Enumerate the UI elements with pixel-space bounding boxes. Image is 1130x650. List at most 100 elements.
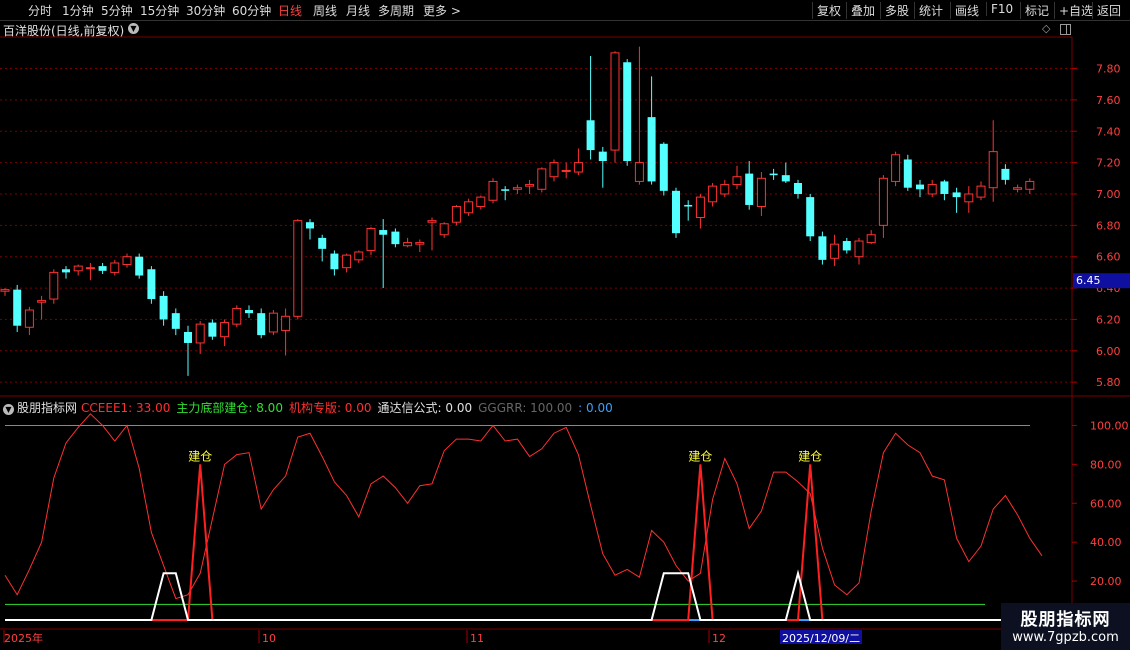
candle-7: [85, 262, 95, 281]
candle-body: [940, 181, 949, 194]
indicator-value-4: GGGRR: 100.00: [478, 401, 573, 415]
candle-18: [220, 319, 230, 347]
candle-body: [842, 241, 851, 251]
candle-body: [927, 184, 937, 195]
candle-body: [379, 230, 388, 235]
candle-43: [525, 179, 535, 194]
candle-39: [476, 195, 486, 210]
candle-body: [464, 201, 474, 214]
candle-body: [293, 220, 303, 317]
candle-13: [159, 291, 168, 326]
candle-body: [745, 173, 754, 205]
candle-68: [830, 234, 840, 267]
candle-body: [634, 162, 644, 182]
candle-body: [830, 243, 840, 259]
chevron-down-icon[interactable]: ▼: [3, 404, 14, 415]
candle-body: [878, 177, 888, 226]
candle-55: [672, 187, 680, 238]
candle-body: [659, 143, 668, 191]
series-line-0: [4, 413, 1043, 600]
price-tick-label: 6.80: [1096, 219, 1121, 232]
candle-4: [49, 269, 59, 304]
candle-body: [891, 154, 901, 182]
candle-32: [391, 228, 400, 248]
candle-72: [878, 175, 888, 238]
candle-30: [366, 226, 376, 256]
candle-65: [794, 179, 802, 199]
price-tick-label: 7.80: [1096, 63, 1121, 76]
candle-62: [756, 172, 766, 216]
candle-body: [598, 151, 607, 162]
candle-77: [940, 179, 949, 201]
candle-body: [220, 322, 230, 338]
candle-body: [866, 234, 876, 244]
candle-5: [62, 266, 70, 279]
candle-body: [195, 323, 205, 344]
candle-body: [672, 190, 680, 234]
candle-33: [403, 237, 413, 248]
candle-11: [135, 253, 144, 279]
candle-1: [13, 284, 22, 332]
candle-body: [1013, 187, 1023, 190]
chart-canvas[interactable]: 7.807.607.407.207.006.806.606.406.206.00…: [0, 0, 1130, 650]
candle-20: [245, 305, 253, 318]
candle-body: [245, 310, 253, 314]
candle-23: [281, 308, 291, 356]
candle-body: [135, 256, 144, 276]
ind-tick-label: 60.00: [1090, 497, 1122, 510]
indicator-value-3: 通达信公式: 0.00: [377, 401, 473, 415]
candle-body: [708, 185, 718, 203]
candle-body: [512, 187, 522, 190]
candle-body: [73, 265, 83, 272]
candle-body: [573, 162, 583, 173]
candle-body: [549, 162, 559, 178]
candle-body: [171, 313, 180, 329]
candle-body: [13, 289, 22, 326]
candle-body: [488, 180, 498, 201]
indicator-legend: ▼ 股朋指标网 CCEEE1: 33.00 主力底部建仓: 8.00 机构专版: 0.0…: [3, 399, 625, 416]
candle-body: [147, 269, 156, 300]
candle-27: [330, 250, 339, 276]
price-tick-label: 7.40: [1096, 125, 1121, 138]
candle-body: [623, 62, 632, 162]
candle-56: [684, 200, 693, 221]
candle-body: [756, 177, 766, 208]
indicator-name[interactable]: 股朋指标网: [17, 401, 77, 415]
candle-69: [842, 237, 851, 254]
candle-52: [634, 46, 644, 185]
candle-83: [1013, 184, 1023, 193]
candle-body: [391, 231, 400, 245]
candle-body: [98, 266, 107, 271]
candle-19: [232, 305, 242, 328]
price-tick-label: 7.20: [1096, 157, 1121, 170]
cursor-date-label: 2025/12/09/二: [782, 632, 860, 645]
candle-25: [306, 219, 314, 240]
candle-body: [403, 242, 413, 247]
candle-body: [695, 196, 705, 218]
candle-9: [110, 259, 120, 276]
candle-44: [537, 167, 547, 193]
candle-22: [268, 310, 278, 336]
candle-body: [306, 222, 314, 229]
candle-6: [73, 264, 83, 276]
candle-46: [561, 162, 571, 179]
price-tick-label: 6.00: [1096, 345, 1121, 358]
candle-body: [354, 251, 364, 261]
candle-49: [598, 146, 607, 188]
candle-29: [354, 250, 364, 263]
candle-body: [257, 313, 266, 336]
signal-label: 建仓: [798, 449, 822, 463]
candle-75: [916, 179, 924, 198]
candle-17: [208, 319, 217, 340]
candle-body: [330, 253, 339, 270]
candle-body: [62, 269, 70, 273]
date-label-1: 10: [262, 632, 276, 645]
candle-66: [806, 193, 815, 242]
date-label-3: 12: [712, 632, 726, 645]
candle-10: [122, 253, 132, 268]
candle-47: [573, 148, 583, 176]
candle-body: [37, 300, 47, 303]
candle-body: [49, 271, 59, 300]
candle-body: [854, 240, 864, 258]
candle-81: [988, 120, 998, 202]
